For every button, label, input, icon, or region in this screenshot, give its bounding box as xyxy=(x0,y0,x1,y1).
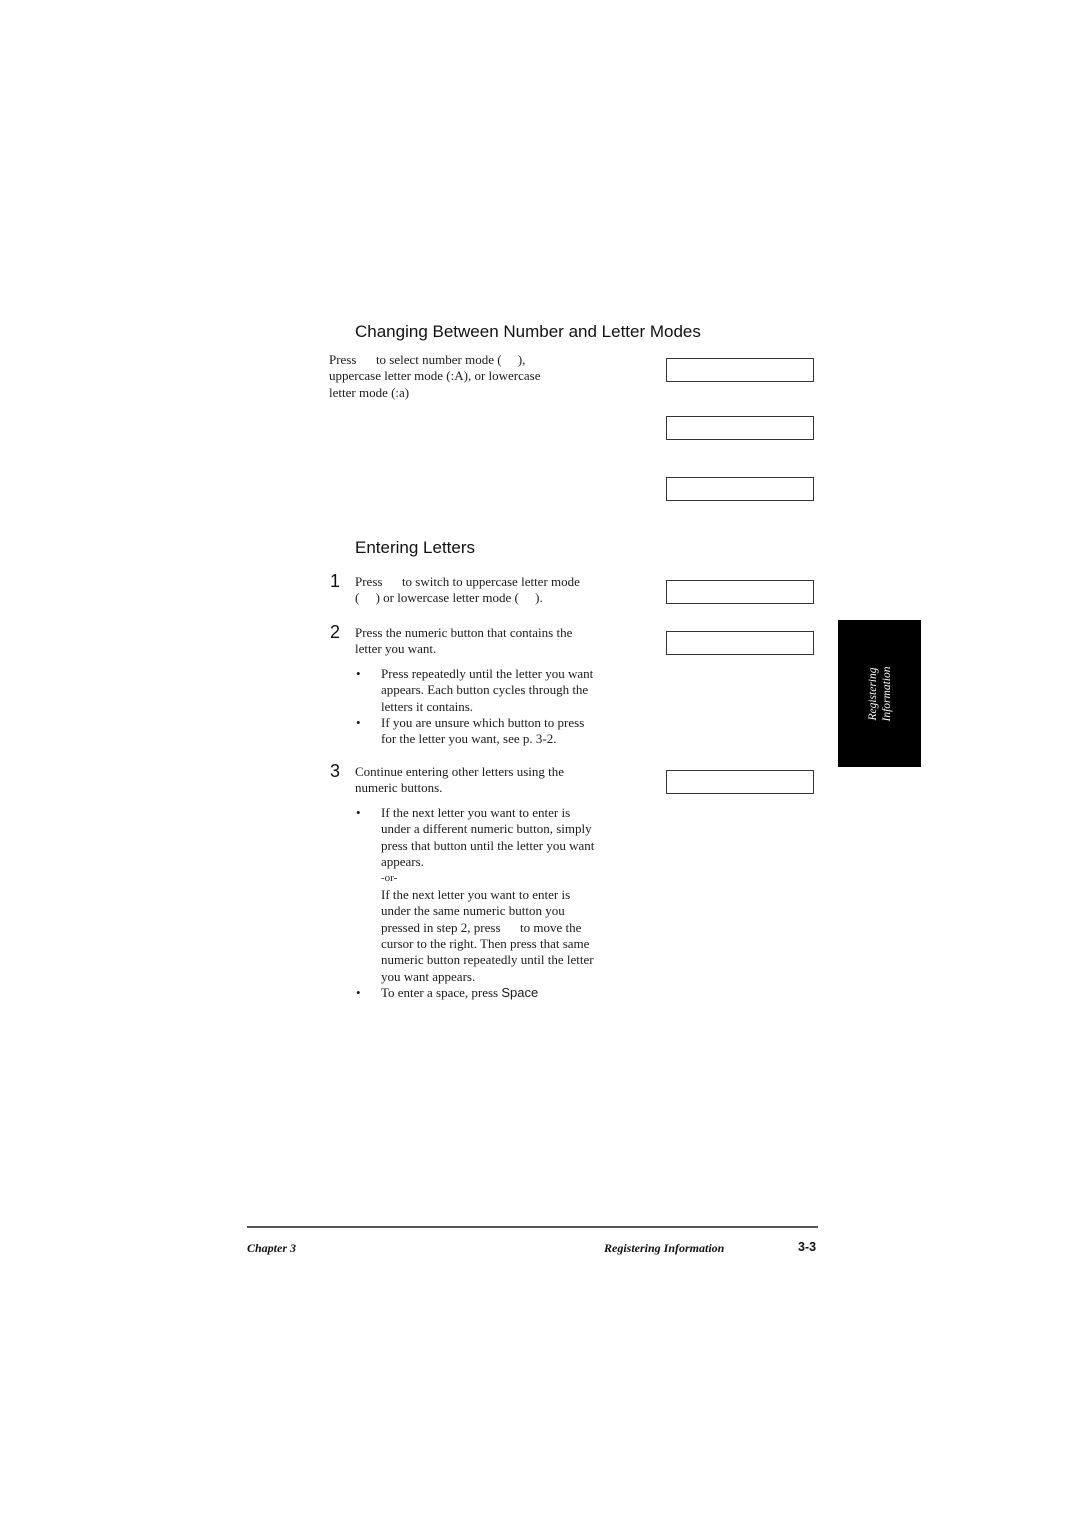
text-line: Press the numeric button that contains t… xyxy=(355,625,573,640)
bullet-marker: • xyxy=(356,985,361,1001)
section-heading-entering-letters: Entering Letters xyxy=(355,538,476,557)
lcd-display-lowercase-mode xyxy=(666,477,814,501)
side-tab-line: Information xyxy=(880,666,893,721)
chapter-side-tab: Registering Information xyxy=(838,620,921,767)
text-line: If the next letter you want to enter is xyxy=(381,886,571,902)
key-name-space: Space xyxy=(501,985,539,1001)
text-line: numeric buttons. xyxy=(355,780,443,796)
step-2-text: Press the numeric button that contains t… xyxy=(355,625,625,748)
text-line: letters it contains. xyxy=(381,698,474,714)
text-line: Press to switch to uppercase letter mode xyxy=(355,574,580,589)
bullet-item: • Press repeatedly until the letter you … xyxy=(355,666,625,715)
text-line: Press to select number mode ( ), xyxy=(329,352,526,367)
bullet-marker: • xyxy=(356,715,361,731)
side-tab-line: Registering xyxy=(866,666,879,721)
text-line: pressed in step 2, press to move the xyxy=(381,919,582,935)
footer-section-title: Registering Information xyxy=(604,1241,725,1255)
text-line: press that button until the letter you w… xyxy=(381,837,595,853)
lcd-display-uppercase-mode xyxy=(666,416,814,440)
bullet-item: • If you are unsure which button to pres… xyxy=(355,715,625,748)
bullet-marker: • xyxy=(356,804,361,820)
text-line: under the same numeric button you xyxy=(381,903,565,919)
text-line: Continue entering other letters using th… xyxy=(355,764,565,779)
text-line: appears. xyxy=(381,854,424,870)
footer-chapter: Chapter 3 xyxy=(247,1241,297,1255)
footer-rule xyxy=(247,1226,818,1228)
text-line: uppercase letter mode (:A), or lowercase xyxy=(329,368,541,384)
section-heading-modes: Changing Between Number and Letter Modes xyxy=(355,322,701,341)
text-line: appears. Each button cycles through the xyxy=(381,682,589,698)
text-line: under a different numeric button, simply xyxy=(381,821,592,837)
text-line: If the next letter you want to enter is xyxy=(381,804,571,820)
bullet-marker: • xyxy=(356,665,361,681)
step-number: 1 xyxy=(330,571,341,591)
text-line: Press repeatedly until the letter you wa… xyxy=(381,665,594,681)
step-number: 2 xyxy=(330,622,341,642)
text-line: letter you want. xyxy=(355,641,437,657)
page-number: 3-3 xyxy=(798,1240,817,1254)
bullet-item: • If the next letter you want to enter i… xyxy=(355,805,635,985)
side-tab-label: Registering Information xyxy=(866,666,894,721)
lcd-display-step-2 xyxy=(666,631,814,655)
bullet-item: • To enter a space, press Space xyxy=(355,985,635,1001)
text-line: letter mode (:a) xyxy=(329,384,410,400)
step-1-text: Press to switch to uppercase letter mode… xyxy=(355,574,580,607)
text-line: for the letter you want, see p. 3-2. xyxy=(381,731,557,747)
text-line: If you are unsure which button to press xyxy=(381,715,585,731)
text-line: To enter a space, press xyxy=(381,985,502,1001)
text-line: cursor to the right. Then press that sam… xyxy=(381,936,590,952)
step-number: 3 xyxy=(330,761,341,781)
text-line: -or- xyxy=(381,872,398,885)
lcd-display-step-1 xyxy=(666,580,814,604)
lcd-display-step-3 xyxy=(666,770,814,794)
text-line: numeric button repeatedly until the lett… xyxy=(381,952,594,968)
text-line: ( ) or lowercase letter mode ( ). xyxy=(355,590,543,606)
section-modes-text: Press to select number mode ( ), upperca… xyxy=(329,352,541,401)
text-line: you want appears. xyxy=(381,968,476,984)
lcd-display-number-mode xyxy=(666,358,814,382)
step-3-text: Continue entering other letters using th… xyxy=(355,764,635,1002)
